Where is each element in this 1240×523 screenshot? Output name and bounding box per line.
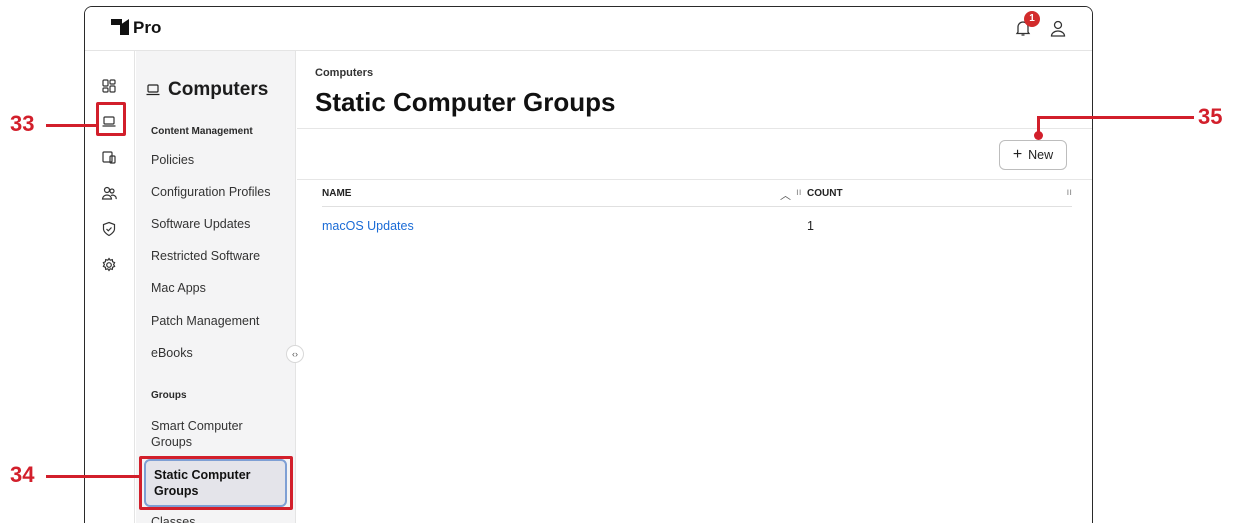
annotation-label-35: 35: [1198, 104, 1223, 129]
app-window: Pro 1 Computers Content Management Polic…: [84, 6, 1093, 523]
sidebar-item-ebooks[interactable]: eBooks: [151, 345, 286, 361]
main-content: Computers Static Computer Groups + New N…: [297, 51, 1092, 523]
sidebar: Computers Content Management Policies Co…: [136, 51, 296, 523]
sidebar-item-policies[interactable]: Policies: [151, 152, 286, 168]
group-name-link[interactable]: macOS Updates: [322, 219, 414, 233]
breadcrumb[interactable]: Computers: [315, 67, 373, 79]
dashboard-icon: [102, 79, 116, 93]
users-icon: [101, 186, 117, 200]
sidebar-item-patch-management[interactable]: Patch Management: [151, 313, 286, 329]
new-button[interactable]: + New: [999, 140, 1067, 170]
sidebar-title: Computers: [168, 79, 269, 100]
sort-ascending-icon[interactable]: ︿: [780, 187, 791, 203]
column-header-name[interactable]: NAME: [322, 188, 351, 199]
rail-dashboard[interactable]: [98, 75, 120, 97]
rail-settings[interactable]: [98, 254, 120, 276]
sidebar-item-mac-apps[interactable]: Mac Apps: [151, 280, 286, 296]
gear-icon: [102, 257, 116, 272]
sidebar-header: Computers: [146, 79, 268, 101]
divider: [297, 179, 1092, 180]
table-header: NAME ︿ ıı COUNT ıı: [322, 181, 1072, 207]
notification-badge: 1: [1024, 11, 1040, 27]
rail-security[interactable]: [98, 218, 120, 240]
annotation-line-33: [46, 124, 96, 127]
shield-icon: [102, 221, 116, 237]
page-title: Static Computer Groups: [315, 87, 616, 117]
sidebar-item-restricted-software[interactable]: Restricted Software: [151, 248, 286, 264]
section-groups: Groups: [151, 390, 187, 401]
column-header-count[interactable]: COUNT: [807, 188, 843, 199]
new-button-label: New: [1028, 148, 1054, 162]
annotation-box-33: [96, 102, 126, 136]
top-bar: Pro 1: [85, 7, 1092, 51]
plus-icon: +: [1012, 146, 1023, 163]
annotation-line-35: [1037, 116, 1194, 119]
devices-icon: [102, 151, 116, 164]
column-resize-icon[interactable]: ıı: [1066, 187, 1072, 198]
table-row: macOS Updates 1: [322, 217, 1072, 239]
group-count: 1: [807, 219, 814, 233]
divider: [297, 128, 1092, 129]
app-title: Pro: [133, 18, 162, 37]
column-resize-icon[interactable]: ıı: [796, 187, 802, 198]
section-content-management: Content Management: [151, 126, 253, 137]
rail-users[interactable]: [98, 182, 120, 204]
sidebar-item-smart-computer-groups[interactable]: Smart Computer Groups: [151, 418, 261, 450]
sidebar-item-classes[interactable]: Classes: [151, 514, 286, 523]
laptop-icon: [146, 84, 160, 96]
sidebar-item-software-updates[interactable]: Software Updates: [151, 216, 286, 232]
logo-icon: [111, 19, 129, 35]
annotation-label-34: 34: [10, 462, 35, 487]
user-icon[interactable]: [1049, 19, 1067, 37]
annotation-label-33: 33: [10, 111, 35, 136]
rail-devices[interactable]: [98, 146, 120, 168]
annotation-line-34: [46, 475, 139, 478]
annotation-box-34: [139, 456, 293, 510]
sidebar-item-configuration-profiles[interactable]: Configuration Profiles: [151, 184, 286, 200]
